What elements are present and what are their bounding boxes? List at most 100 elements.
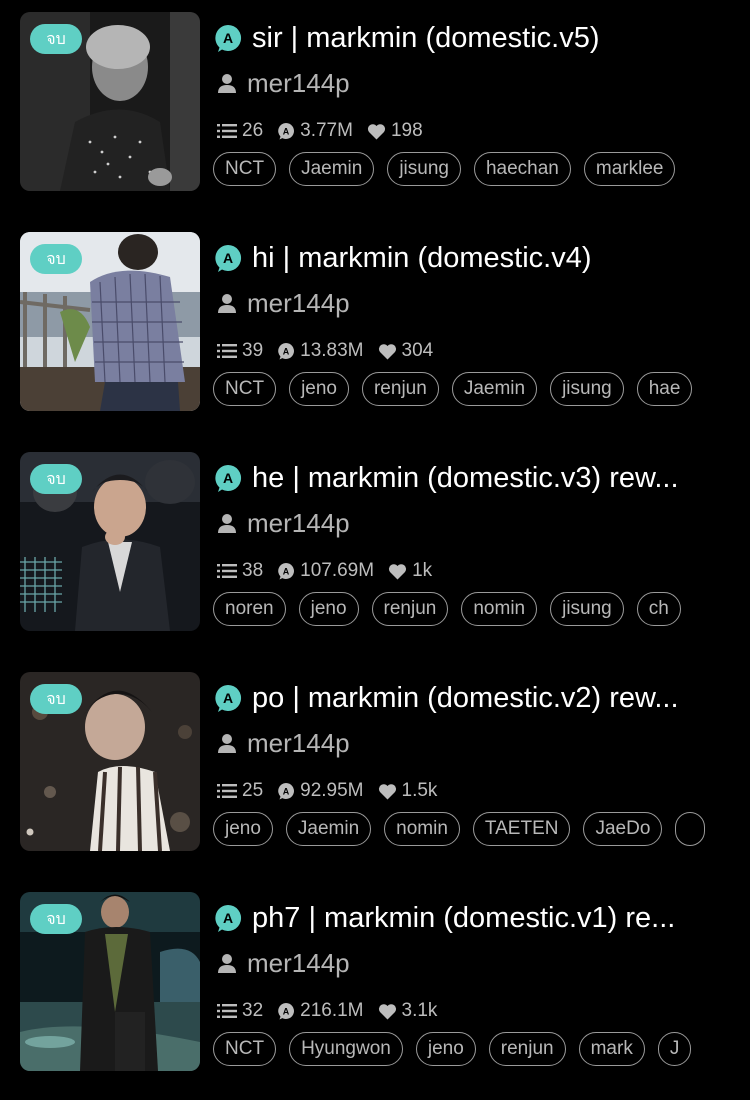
stats-row: 39 A 13.83M 304 <box>217 338 447 364</box>
story-cover[interactable]: จบ <box>20 232 200 411</box>
tag[interactable]: marklee <box>583 152 676 186</box>
tag[interactable]: J <box>657 1032 692 1066</box>
tags-row: NCT jeno renjun Jaemin jisung hae <box>213 372 710 408</box>
like-count: 198 <box>367 120 423 142</box>
list-icon <box>217 344 237 358</box>
story-cover[interactable]: จบ <box>20 452 200 631</box>
tag[interactable]: haechan <box>473 152 571 186</box>
read-count: A 107.69M <box>277 560 374 582</box>
story-item[interactable]: จบ A po | markmin (domestic.v2) rew... m… <box>0 660 750 880</box>
story-cover[interactable]: จบ <box>20 12 200 191</box>
author-row[interactable]: mer144p <box>218 286 350 320</box>
tag[interactable]: jisung <box>387 152 461 186</box>
story-title-row[interactable]: A sir | markmin (domestic.v5) <box>213 20 713 56</box>
list-icon <box>217 1004 237 1018</box>
like-count-value: 1.5k <box>401 780 438 801</box>
author-name[interactable]: mer144p <box>247 948 350 979</box>
story-title-row[interactable]: A ph7 | markmin (domestic.v1) re... <box>213 900 713 936</box>
author-name[interactable]: mer144p <box>247 508 350 539</box>
author-name[interactable]: mer144p <box>247 728 350 759</box>
a-bubble-icon: A <box>278 1003 295 1020</box>
tag[interactable]: jeno <box>289 372 349 406</box>
like-count-value: 304 <box>401 340 434 361</box>
story-title-row[interactable]: A po | markmin (domestic.v2) rew... <box>213 680 713 716</box>
chapter-count: 39 <box>217 340 263 362</box>
tag[interactable]: Hyungwon <box>289 1032 403 1066</box>
author-name[interactable]: mer144p <box>247 288 350 319</box>
svg-text:A: A <box>283 567 290 577</box>
list-icon <box>217 564 237 578</box>
tag[interactable]: jisung <box>550 592 624 626</box>
tag[interactable]: jeno <box>415 1032 476 1066</box>
tag[interactable]: nomin <box>461 592 538 626</box>
tags-row: jeno Jaemin nomin TAETEN JaeDo <box>213 812 710 848</box>
story-cover[interactable]: จบ <box>20 892 200 1071</box>
tag[interactable]: NCT <box>213 372 277 406</box>
story-item[interactable]: จบ A ph7 | markmin (domestic.v1) re... m… <box>0 880 750 1100</box>
completed-badge: จบ <box>30 244 82 274</box>
tag[interactable]: mark <box>578 1032 645 1066</box>
stats-row: 32 A 216.1M 3.1k <box>217 998 451 1024</box>
chapter-count: 25 <box>217 780 263 802</box>
chapter-count-value: 39 <box>242 340 264 361</box>
tag[interactable]: JaeDo <box>583 812 663 846</box>
story-title[interactable]: ph7 | markmin (domestic.v1) re... <box>252 902 675 935</box>
svg-text:A: A <box>223 30 233 46</box>
tag[interactable]: renjun <box>361 372 439 406</box>
like-count-value: 1k <box>412 560 433 581</box>
story-item[interactable]: จบ A sir | markmin (domestic.v5) mer144p <box>0 0 750 220</box>
tags-row: noren jeno renjun nomin jisung ch <box>213 592 710 628</box>
svg-text:A: A <box>223 470 233 486</box>
person-icon <box>218 514 236 533</box>
read-count-value: 3.77M <box>300 120 353 141</box>
tag[interactable]: jeno <box>213 812 273 846</box>
like-count-value: 3.1k <box>401 1000 438 1021</box>
tag[interactable]: hae <box>636 372 693 406</box>
tag[interactable]: jisung <box>550 372 624 406</box>
author-row[interactable]: mer144p <box>218 66 350 100</box>
tag[interactable]: nomin <box>384 812 460 846</box>
tag[interactable]: Jaemin <box>285 812 372 846</box>
tag[interactable] <box>675 812 706 846</box>
like-count: 1.5k <box>378 780 438 802</box>
a-bubble-icon: A <box>215 684 242 712</box>
story-title[interactable]: hi | markmin (domestic.v4) <box>252 242 592 275</box>
svg-text:A: A <box>283 347 290 357</box>
tag[interactable]: Jaemin <box>451 372 538 406</box>
author-row[interactable]: mer144p <box>218 506 350 540</box>
author-row[interactable]: mer144p <box>218 726 350 760</box>
tag[interactable]: renjun <box>371 592 449 626</box>
tag[interactable]: NCT <box>213 152 277 186</box>
story-cover[interactable]: จบ <box>20 672 200 851</box>
completed-badge: จบ <box>30 684 82 714</box>
story-item[interactable]: จบ A hi | markmin (domestic.v4) mer144p <box>0 220 750 440</box>
tag[interactable]: Jaemin <box>289 152 375 186</box>
tag[interactable]: jeno <box>298 592 359 626</box>
tag[interactable]: renjun <box>488 1032 566 1066</box>
tag[interactable]: noren <box>213 592 286 626</box>
story-title-row[interactable]: A he | markmin (domestic.v3) rew... <box>213 460 713 496</box>
svg-text:A: A <box>223 250 233 266</box>
completed-badge: จบ <box>30 24 82 54</box>
tag[interactable]: ch <box>636 592 681 626</box>
story-title[interactable]: he | markmin (domestic.v3) rew... <box>252 462 679 495</box>
tag[interactable]: TAETEN <box>472 812 571 846</box>
author-name[interactable]: mer144p <box>247 68 350 99</box>
heart-icon <box>367 123 386 139</box>
a-bubble-icon: A <box>215 24 242 52</box>
author-row[interactable]: mer144p <box>218 946 350 980</box>
a-bubble-icon: A <box>278 123 295 140</box>
story-title-row[interactable]: A hi | markmin (domestic.v4) <box>213 240 713 276</box>
chapter-count: 26 <box>217 120 263 142</box>
read-count-value: 13.83M <box>300 340 364 361</box>
story-item[interactable]: จบ A he | markmin (domestic.v3) rew... m… <box>0 440 750 660</box>
tag[interactable]: NCT <box>213 1032 277 1066</box>
a-bubble-icon: A <box>278 563 295 580</box>
chapter-count-value: 25 <box>242 780 264 801</box>
story-title[interactable]: po | markmin (domestic.v2) rew... <box>252 682 679 715</box>
completed-badge: จบ <box>30 464 82 494</box>
story-title[interactable]: sir | markmin (domestic.v5) <box>252 22 600 55</box>
svg-text:A: A <box>283 127 290 137</box>
a-bubble-icon: A <box>278 343 295 360</box>
a-bubble-icon: A <box>215 244 242 272</box>
